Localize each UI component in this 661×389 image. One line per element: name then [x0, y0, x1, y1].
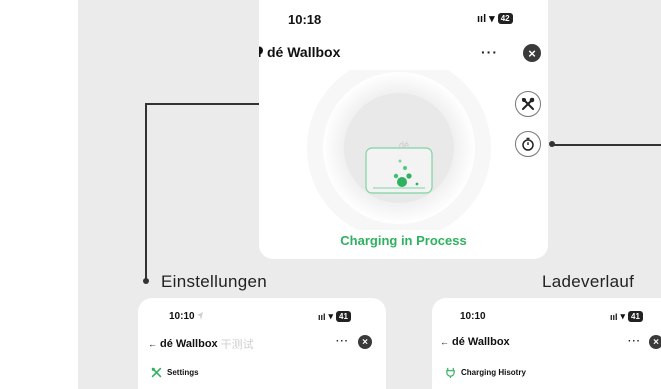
settings-section-header: Settings — [151, 367, 199, 378]
status-bar-time: 10:10 — [169, 311, 195, 322]
settings-callout-line-vertical — [145, 103, 147, 281]
history-callout-line-horizontal — [552, 144, 661, 146]
tools-icon — [522, 97, 535, 110]
settings-button[interactable] — [515, 91, 541, 117]
app-title: ← dé Wallbox — [440, 336, 510, 348]
close-button[interactable]: × — [649, 335, 661, 349]
close-icon: × — [653, 336, 659, 348]
illustration-brand-mark: dé — [399, 140, 410, 150]
signal-icon: ııl — [477, 12, 487, 25]
back-button[interactable]: ← — [440, 337, 449, 347]
battery-icon: 41 — [628, 311, 643, 322]
app-title-text: dé Wallbox — [160, 338, 218, 350]
more-options-button[interactable]: ··· — [481, 44, 498, 60]
app-title-text: dé Wallbox — [267, 44, 341, 60]
app-title-text: dé Wallbox — [452, 336, 510, 348]
status-bar-icons: ııl ▾ 41 — [318, 311, 351, 322]
close-icon: × — [528, 45, 536, 61]
battery-icon: 41 — [336, 311, 351, 322]
history-callout-label: Ladeverlauf — [542, 272, 635, 291]
signal-icon: ııl — [318, 311, 326, 322]
more-options-button[interactable]: ··· — [336, 336, 349, 347]
history-section-header: Charging Hisotry — [445, 367, 526, 378]
close-button[interactable]: × — [358, 335, 372, 349]
status-bar-icons: ııl ▾ 42 — [477, 12, 513, 25]
settings-section-title: Settings — [167, 368, 199, 377]
close-button[interactable]: × — [523, 44, 541, 62]
charging-illustration — [307, 70, 491, 230]
charging-status-text: Charging in Process — [340, 233, 467, 248]
wifi-icon: ▾ — [489, 13, 495, 25]
status-bar-time: 10:18 — [288, 12, 322, 27]
app-title: dé Wallbox — [259, 44, 340, 60]
settings-callout-dot — [143, 278, 149, 284]
app-title: ← dé Wallbox 干测试 — [148, 336, 254, 352]
timer-icon — [522, 137, 534, 151]
signal-icon: ııl — [610, 311, 618, 322]
history-callout-anchor-dot — [549, 141, 555, 147]
history-section-title: Charging Hisotry — [461, 368, 526, 377]
battery-icon: 42 — [497, 13, 513, 24]
history-phone-screen: 10:10 ııl ▾ 41 ← dé Wallbox ··· × Chargi… — [432, 298, 661, 389]
wifi-icon: ▾ — [328, 311, 334, 321]
tools-icon — [151, 367, 162, 378]
back-button[interactable]: ← — [148, 339, 157, 349]
close-icon: × — [362, 336, 368, 348]
status-bar-icons: ııl ▾ 41 — [610, 311, 643, 322]
more-options-button[interactable]: ··· — [628, 336, 641, 347]
charging-history-button[interactable] — [515, 131, 541, 157]
settings-phone-screen: 10:10 ııl ▾ 41 ← dé Wallbox 干测试 ··· × Se… — [138, 298, 386, 389]
wifi-icon: ▾ — [620, 311, 626, 321]
location-arrow-icon — [197, 312, 203, 320]
bulb-icon — [259, 46, 263, 57]
ghost-watermark-text: 干测试 — [220, 339, 254, 351]
main-phone-screen: 10:18 ııl ▾ 42 dé Wallbox ··· × dé Charg… — [259, 0, 548, 259]
status-bar-time: 10:10 — [460, 311, 486, 322]
settings-callout-label: Einstellungen — [161, 272, 267, 291]
charging-plug-icon — [446, 367, 455, 378]
